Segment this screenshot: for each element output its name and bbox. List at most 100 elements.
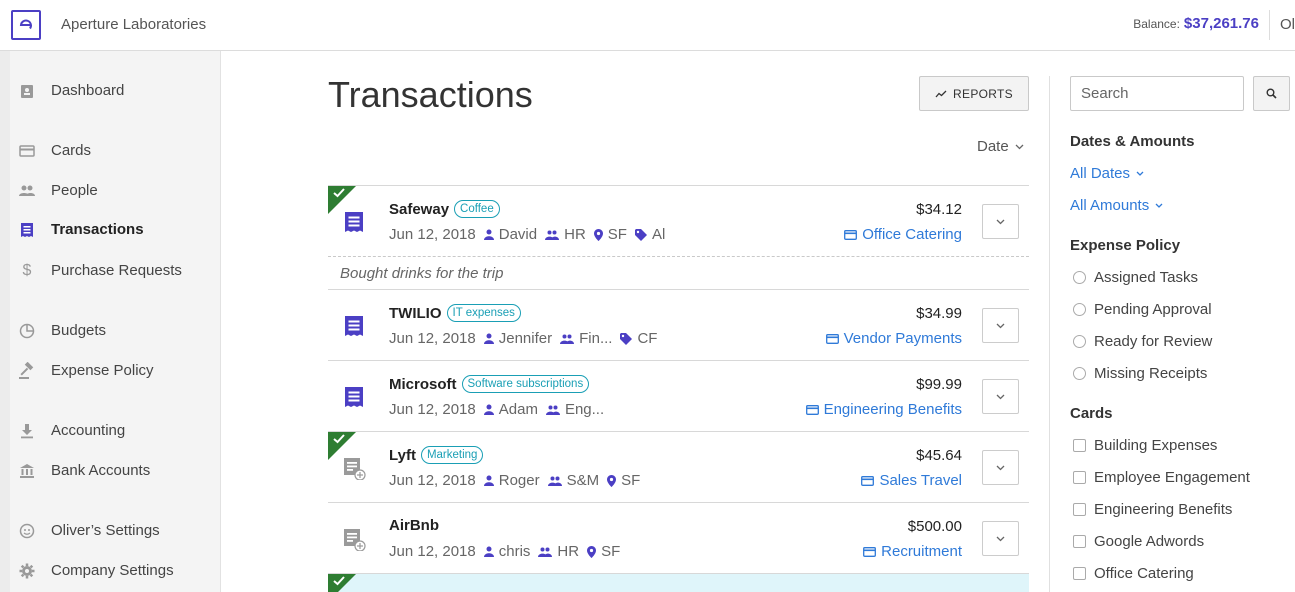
checkbox[interactable] (1073, 567, 1086, 580)
sidebar-item-purchase-requests[interactable]: $ Purchase Requests (0, 258, 221, 284)
budget-link[interactable]: Sales Travel (861, 472, 962, 489)
radio-button[interactable] (1073, 335, 1086, 348)
transaction-date: Jun 12, 2018 (389, 330, 476, 347)
team-icon (538, 547, 553, 557)
card-option-label: Google Adwords (1094, 533, 1205, 550)
balance-amount: $37,261.76 (1183, 15, 1259, 32)
add-receipt-icon[interactable] (342, 456, 366, 480)
checkbox[interactable] (1073, 439, 1086, 452)
receipt-icon (18, 221, 36, 239)
sort-dropdown[interactable]: Date (977, 138, 1024, 155)
policy-option-ready-for-review[interactable]: Ready for Review (1073, 333, 1212, 350)
sidebar-item-olivers-settings[interactable]: Oliver’s Settings (0, 518, 221, 544)
person-name: Roger (498, 472, 540, 489)
sidebar-item-cards[interactable]: Cards (0, 138, 221, 164)
person-name: Jennifer (498, 330, 553, 347)
chevron-down-icon (996, 465, 1005, 470)
label-tag-icon (634, 228, 647, 241)
sidebar-item-label: Cards (51, 142, 92, 159)
org-name[interactable]: Aperture Laboratories (61, 16, 206, 33)
all-dates-dropdown[interactable]: All Dates (1070, 165, 1144, 182)
transaction-meta: Jun 12, 2018 Jennifer Fin... CF (389, 330, 657, 347)
merchant-name: AirBnb (389, 517, 439, 534)
search-button[interactable] (1253, 76, 1290, 111)
radio-button[interactable] (1073, 271, 1086, 284)
card-option-employee-engagement[interactable]: Employee Engagement (1073, 469, 1250, 486)
card-option-office-catering[interactable]: Office Catering (1073, 565, 1194, 582)
chevron-down-icon (1015, 144, 1024, 149)
policy-option-missing-receipts[interactable]: Missing Receipts (1073, 365, 1207, 382)
table-row[interactable] (328, 574, 1029, 592)
policy-option-assigned-tasks[interactable]: Assigned Tasks (1073, 269, 1198, 286)
budget-name: Office Catering (862, 226, 962, 243)
receipt-icon[interactable] (342, 385, 366, 409)
budget-name: Vendor Payments (843, 330, 962, 347)
sidebar-item-budgets[interactable]: Budgets (0, 318, 221, 344)
expand-button[interactable] (982, 204, 1019, 239)
expand-button[interactable] (982, 379, 1019, 414)
sidebar-item-label: Accounting (51, 422, 126, 439)
sidebar-item-expense-policy[interactable]: Expense Policy (0, 358, 221, 384)
transaction-amount: $45.64 (916, 447, 962, 464)
table-row[interactable]: Microsoft Software subscriptions Jun 12,… (328, 361, 1029, 432)
merchant-name: Lyft Marketing (389, 446, 484, 464)
checkbox[interactable] (1073, 471, 1086, 484)
category-tag[interactable]: Software subscriptions (461, 375, 590, 393)
sidebar-item-label: Oliver’s Settings (51, 522, 160, 539)
budget-link[interactable]: Vendor Payments (825, 330, 962, 347)
card-option-google-adwords[interactable]: Google Adwords (1073, 533, 1204, 550)
all-amounts-dropdown[interactable]: All Amounts (1070, 197, 1163, 214)
checkbox[interactable] (1073, 535, 1086, 548)
sidebar-item-bank-accounts[interactable]: Bank Accounts (0, 458, 221, 484)
reports-button[interactable]: REPORTS (919, 76, 1029, 111)
location-name: SF (607, 226, 627, 243)
merchant-label: Safeway (389, 200, 450, 218)
expand-button[interactable] (982, 521, 1019, 556)
card-option-engineering-benefits[interactable]: Engineering Benefits (1073, 501, 1232, 518)
sidebar-item-label: Dashboard (51, 82, 125, 99)
receipt-icon[interactable] (342, 210, 366, 234)
checkbox[interactable] (1073, 503, 1086, 516)
app-logo-icon[interactable] (11, 10, 41, 40)
label-tag-icon (620, 332, 633, 345)
sidebar-item-accounting[interactable]: Accounting (0, 418, 221, 444)
page-title: Transactions (328, 74, 533, 115)
sidebar-item-label: Transactions (51, 221, 144, 238)
sidebar-item-company-settings[interactable]: Company Settings (0, 558, 221, 584)
table-row[interactable]: TWILIO IT expenses Jun 12, 2018 Jennifer… (328, 290, 1029, 361)
transaction-date: Jun 12, 2018 (389, 472, 476, 489)
search-input[interactable] (1070, 76, 1244, 111)
table-row[interactable]: Safeway Coffee Jun 12, 2018 David HR SF … (328, 186, 1029, 257)
location-pin-icon (593, 228, 603, 241)
expand-button[interactable] (982, 308, 1019, 343)
card-icon (18, 142, 36, 160)
transaction-meta: Jun 12, 2018 Adam Eng... (389, 401, 604, 418)
policy-option-pending-approval[interactable]: Pending Approval (1073, 301, 1212, 318)
person-icon (483, 475, 494, 486)
user-menu[interactable]: Ol (1280, 16, 1295, 33)
location-name: SF (621, 472, 641, 489)
people-icon (18, 182, 36, 200)
category-tag[interactable]: IT expenses (446, 304, 521, 322)
sidebar-item-transactions[interactable]: Transactions (0, 217, 221, 243)
budget-link[interactable]: Recruitment (863, 543, 962, 560)
add-receipt-icon[interactable] (342, 527, 366, 551)
sort-label: Date (977, 138, 1009, 155)
receipt-icon[interactable] (342, 314, 366, 338)
category-tag[interactable]: Coffee (454, 200, 500, 218)
expand-button[interactable] (982, 450, 1019, 485)
chevron-down-icon (996, 394, 1005, 399)
table-row[interactable]: Lyft Marketing Jun 12, 2018 Roger S&M SF… (328, 432, 1029, 503)
category-tag[interactable]: Marketing (420, 446, 484, 464)
table-row[interactable]: AirBnb Jun 12, 2018 chris HR SF $500.00 … (328, 503, 1029, 574)
sidebar-item-people[interactable]: People (0, 178, 221, 204)
budget-link[interactable]: Engineering Benefits (805, 401, 962, 418)
budget-link[interactable]: Office Catering (844, 226, 962, 243)
card-icon (861, 475, 875, 486)
sidebar-item-dashboard[interactable]: Dashboard (0, 78, 221, 104)
transaction-amount: $500.00 (907, 518, 962, 535)
radio-button[interactable] (1073, 367, 1086, 380)
card-option-building-expenses[interactable]: Building Expenses (1073, 437, 1217, 454)
team-icon (545, 230, 560, 240)
radio-button[interactable] (1073, 303, 1086, 316)
